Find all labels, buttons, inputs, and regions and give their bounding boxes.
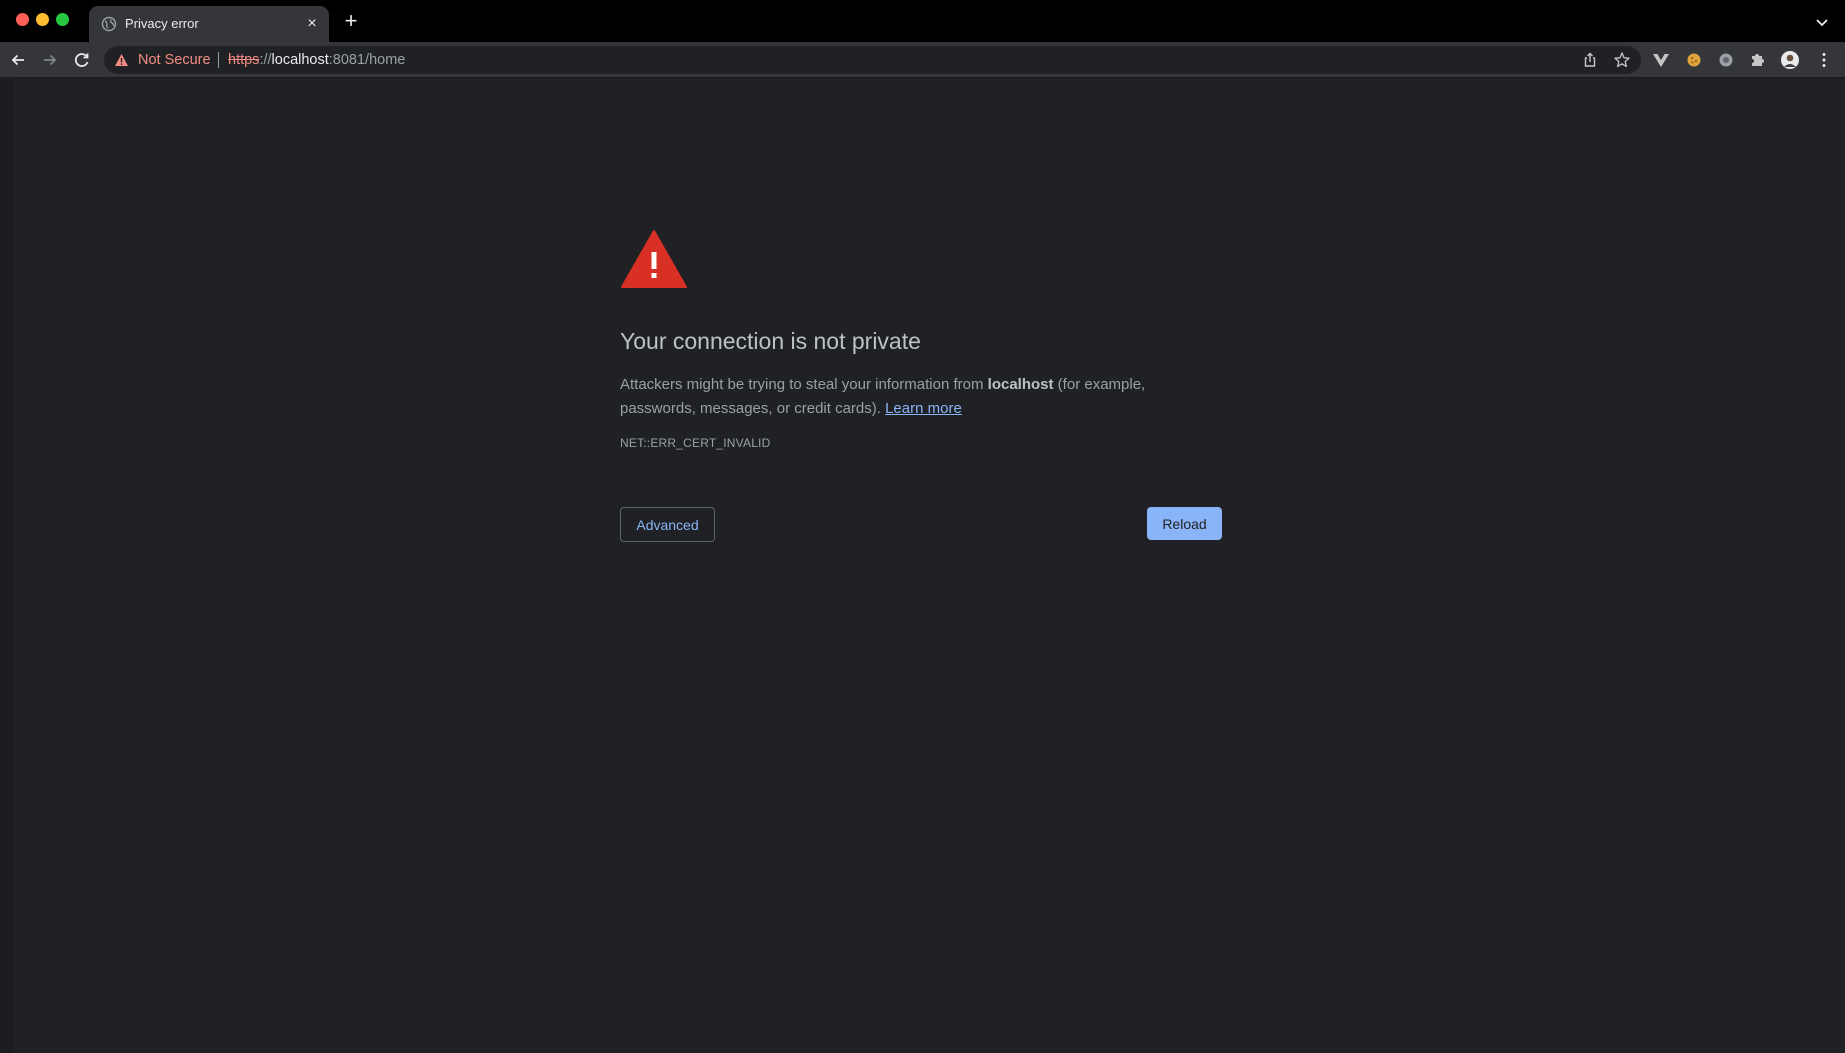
url-separator: :// [259,52,272,68]
maximize-window-button[interactable] [56,13,69,26]
url-text[interactable]: https://localhost:8081/home [228,52,405,68]
address-bar[interactable]: Not Secure https://localhost:8081/home [104,46,1641,74]
share-icon[interactable] [1581,51,1599,69]
tab-title: Privacy error [125,16,199,31]
close-window-button[interactable] [16,13,29,26]
url-path: :8081/home [328,52,406,68]
not-secure-label[interactable]: Not Secure [138,52,211,68]
reload-page-button[interactable] [71,49,93,71]
circle-extension-icon [1719,53,1733,67]
extensions-button[interactable] [1748,50,1768,70]
minimize-window-button[interactable] [36,13,49,26]
bookmark-star-icon[interactable] [1613,51,1631,69]
cookie-extension[interactable] [1684,50,1704,70]
explanation-host: localhost [987,376,1054,393]
forward-button[interactable] [39,49,61,71]
omnibox-separator [218,52,219,68]
page-title: Your connection is not private [620,328,921,354]
kebab-menu-icon [1822,53,1826,67]
toolbar: Not Secure https://localhost:8081/home [0,42,1845,78]
tab-strip: Privacy error × + [0,0,1845,42]
profile-avatar[interactable] [1780,50,1800,70]
learn-more-link[interactable]: Learn more [885,400,962,417]
globe-icon [101,16,117,32]
page-left-edge [0,79,14,1053]
refresh-icon [74,53,89,67]
cookie-icon [1687,53,1701,67]
advanced-button[interactable]: Advanced [620,507,715,542]
vue-devtools-extension[interactable] [1651,50,1671,70]
error-explanation: Attackers might be trying to steal your … [620,373,1180,421]
page-content: Your connection is not private Attackers… [0,79,1845,1053]
browser-window: Privacy error × + Not Secure https://loc… [0,0,1845,1053]
explanation-text-start: Attackers might be trying to steal your … [620,376,988,393]
back-arrow-icon [11,54,24,66]
browser-menu-button[interactable] [1814,50,1834,70]
warning-triangle-icon [115,54,128,66]
error-code: NET::ERR_CERT_INVALID [620,436,771,450]
puzzle-piece-icon [1752,54,1764,66]
extension-gray[interactable] [1716,50,1736,70]
chevron-down-icon[interactable] [1812,12,1832,32]
url-host: localhost [271,52,329,68]
back-button[interactable] [7,49,29,71]
warning-triangle-icon [621,230,687,288]
new-tab-button[interactable]: + [340,10,362,32]
vue-logo-icon [1653,54,1669,67]
avatar-icon [1781,51,1799,69]
forward-arrow-icon [44,54,57,66]
reload-button[interactable]: Reload [1147,507,1222,540]
tab-close-icon[interactable]: × [303,15,321,33]
tab-privacy-error[interactable]: Privacy error × [89,6,329,42]
url-scheme: https [228,52,260,68]
